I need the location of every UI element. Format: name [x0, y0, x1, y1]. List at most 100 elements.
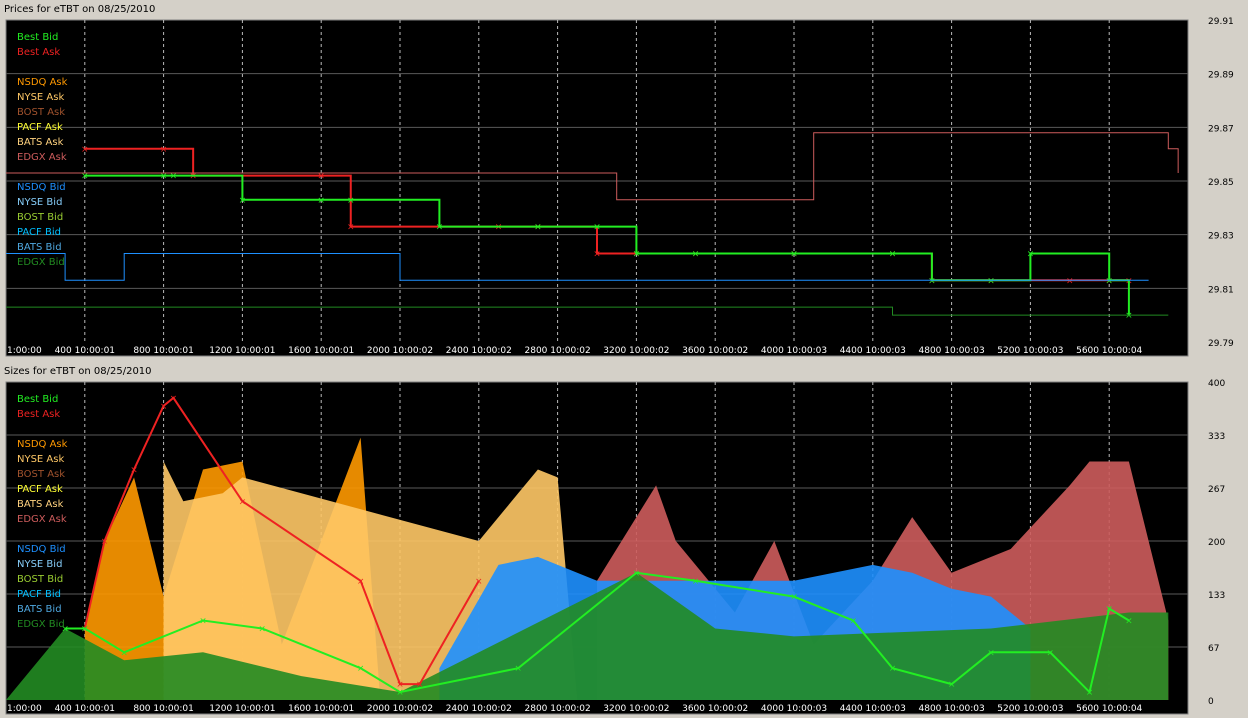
- size-legend-nsdq-bid: NSDQ Bid: [17, 544, 66, 555]
- price-x-tick-label: 400 10:00:01: [55, 346, 115, 356]
- size-x-tick-label: 400 10:00:01: [55, 704, 115, 714]
- size-marker-best-bid: ×: [199, 617, 207, 627]
- size-x-tick-label: 4400 10:00:03: [840, 704, 906, 714]
- size-marker-best-ask: ×: [130, 465, 138, 475]
- size-legend-pacf-bid: PACF Bid: [17, 589, 61, 600]
- size-legend-best-bid: Best Bid: [17, 394, 58, 405]
- price-plot-area: [6, 20, 1188, 356]
- price-marker-best-ask: ×: [81, 145, 89, 155]
- price-y-tick-label: 29.83: [1208, 232, 1234, 242]
- price-y-tick-label: 29.89: [1208, 71, 1234, 81]
- price-marker-best-bid: ×: [928, 276, 936, 286]
- price-marker-best-bid: ×: [436, 223, 444, 233]
- size-marker-best-bid: ×: [1086, 688, 1094, 698]
- price-y-tick-label: 29.85: [1208, 178, 1234, 188]
- price-x-tick-label: 1:00:00: [7, 346, 42, 356]
- price-marker-best-bid: ×: [593, 223, 601, 233]
- size-y-tick-label: 0: [1208, 697, 1214, 707]
- size-legend-bats-ask: BATS Ask: [17, 499, 64, 510]
- price-x-tick-label: 4000 10:00:03: [761, 346, 827, 356]
- price-legend-best-bid: Best Bid: [17, 32, 58, 43]
- size-marker-best-bid: ×: [357, 664, 365, 674]
- size-marker-best-bid: ×: [987, 648, 995, 658]
- size-x-tick-label: 4800 10:00:03: [919, 704, 985, 714]
- price-y-tick-label: 29.87: [1208, 124, 1234, 134]
- size-legend-edgx-ask: EDGX Ask: [17, 514, 67, 525]
- price-x-tick-label: 5200 10:00:03: [997, 346, 1063, 356]
- price-marker-best-bid: ×: [889, 249, 897, 259]
- size-marker-best-ask: ×: [170, 394, 178, 404]
- size-y-tick-label: 400: [1208, 379, 1225, 389]
- size-legend-bats-bid: BATS Bid: [17, 604, 62, 615]
- size-marker-best-bid: ×: [514, 664, 522, 674]
- size-y-tick-label: 333: [1208, 432, 1225, 442]
- price-legend-nyse-ask: NYSE Ask: [17, 92, 64, 103]
- price-marker-best-bid: ×: [317, 196, 325, 206]
- size-marker-best-ask: ×: [475, 577, 483, 587]
- size-legend-bost-bid: BOST Bid: [17, 574, 63, 585]
- price-marker-best-ask: ×: [593, 249, 601, 259]
- size-legend-best-ask: Best Ask: [17, 409, 60, 420]
- price-legend-nsdq-bid: NSDQ Bid: [17, 182, 66, 193]
- size-marker-best-bid: ×: [81, 624, 89, 634]
- price-y-tick-label: 29.91: [1208, 17, 1234, 27]
- size-x-tick-label: 5200 10:00:03: [997, 704, 1063, 714]
- size-legend-nyse-bid: NYSE Bid: [17, 559, 62, 570]
- size-x-tick-label: 4000 10:00:03: [761, 704, 827, 714]
- price-x-tick-label: 2000 10:00:02: [367, 346, 433, 356]
- price-marker-best-bid: ×: [987, 276, 995, 286]
- price-legend-pacf-bid: PACF Bid: [17, 227, 61, 238]
- size-marker-best-bid: ×: [889, 664, 897, 674]
- price-x-tick-label: 2800 10:00:02: [525, 346, 591, 356]
- price-x-tick-label: 1600 10:00:01: [288, 346, 354, 356]
- price-legend-edgx-ask: EDGX Ask: [17, 152, 67, 163]
- size-marker-best-bid: ×: [849, 617, 857, 627]
- size-x-tick-label: 2400 10:00:02: [446, 704, 512, 714]
- price-x-tick-label: 5600 10:00:04: [1076, 346, 1142, 356]
- price-x-tick-label: 4800 10:00:03: [919, 346, 985, 356]
- price-x-tick-label: 3200 10:00:02: [603, 346, 669, 356]
- price-legend-pacf-ask: PACF Ask: [17, 122, 63, 133]
- size-y-tick-label: 133: [1208, 591, 1225, 601]
- size-legend-edgx-bid: EDGX Bid: [17, 619, 65, 630]
- price-legend-bost-ask: BOST Ask: [17, 107, 65, 118]
- size-y-tick-label: 267: [1208, 485, 1225, 495]
- size-x-tick-label: 5600 10:00:04: [1076, 704, 1142, 714]
- price-marker-best-bid: ×: [1125, 311, 1133, 321]
- size-marker-best-ask: ×: [239, 497, 247, 507]
- size-marker-best-bid: ×: [120, 648, 128, 658]
- size-marker-best-bid: ×: [258, 624, 266, 634]
- size-x-tick-label: 800 10:00:01: [133, 704, 193, 714]
- price-legend-bost-bid: BOST Bid: [17, 212, 63, 223]
- price-x-tick-label: 1200 10:00:01: [209, 346, 275, 356]
- price-marker-best-ask: ×: [1066, 276, 1074, 286]
- price-legend-nyse-bid: NYSE Bid: [17, 197, 62, 208]
- size-marker-best-bid: ×: [633, 569, 641, 579]
- size-x-tick-label: 1:00:00: [7, 704, 42, 714]
- price-chart: 29.91 29.89 29.87 29.85 29.83 29.81 29.79 1:00:…: [5, 17, 1234, 357]
- price-x-tick-label: 2400 10:00:02: [446, 346, 512, 356]
- size-marker-best-ask: ×: [357, 577, 365, 587]
- size-x-tick-label: 3200 10:00:02: [603, 704, 669, 714]
- price-legend-nsdq-ask: NSDQ Ask: [17, 77, 68, 88]
- size-marker-best-bid: ×: [396, 688, 404, 698]
- price-x-tick-label: 800 10:00:01: [133, 346, 193, 356]
- size-x-tick-label: 1200 10:00:01: [209, 704, 275, 714]
- price-marker-best-bid: ×: [790, 249, 798, 259]
- size-chart: 400 333 267 200 133 67 0 1:00:00 400 10:00:01 800…: [5, 379, 1225, 715]
- price-marker-best-ask: ×: [347, 223, 355, 233]
- size-y-tick-label: 200: [1208, 538, 1225, 548]
- price-marker-best-ask: ×: [160, 145, 168, 155]
- price-marker-best-bid: ×: [347, 196, 355, 206]
- price-legend-best-ask: Best Ask: [17, 47, 60, 58]
- price-marker-best-bid: ×: [633, 249, 641, 259]
- size-marker-best-bid: ×: [692, 577, 700, 587]
- price-marker-best-bid: ×: [1105, 276, 1113, 286]
- price-x-tick-label: 3600 10:00:02: [682, 346, 748, 356]
- size-x-tick-label: 1600 10:00:01: [288, 704, 354, 714]
- price-y-tick-label: 29.79: [1208, 339, 1234, 349]
- price-y-tick-label: 29.81: [1208, 285, 1234, 295]
- size-marker-best-bid: ×: [1046, 648, 1054, 658]
- size-legend-bost-ask: BOST Ask: [17, 469, 65, 480]
- size-legend-nyse-ask: NYSE Ask: [17, 454, 64, 465]
